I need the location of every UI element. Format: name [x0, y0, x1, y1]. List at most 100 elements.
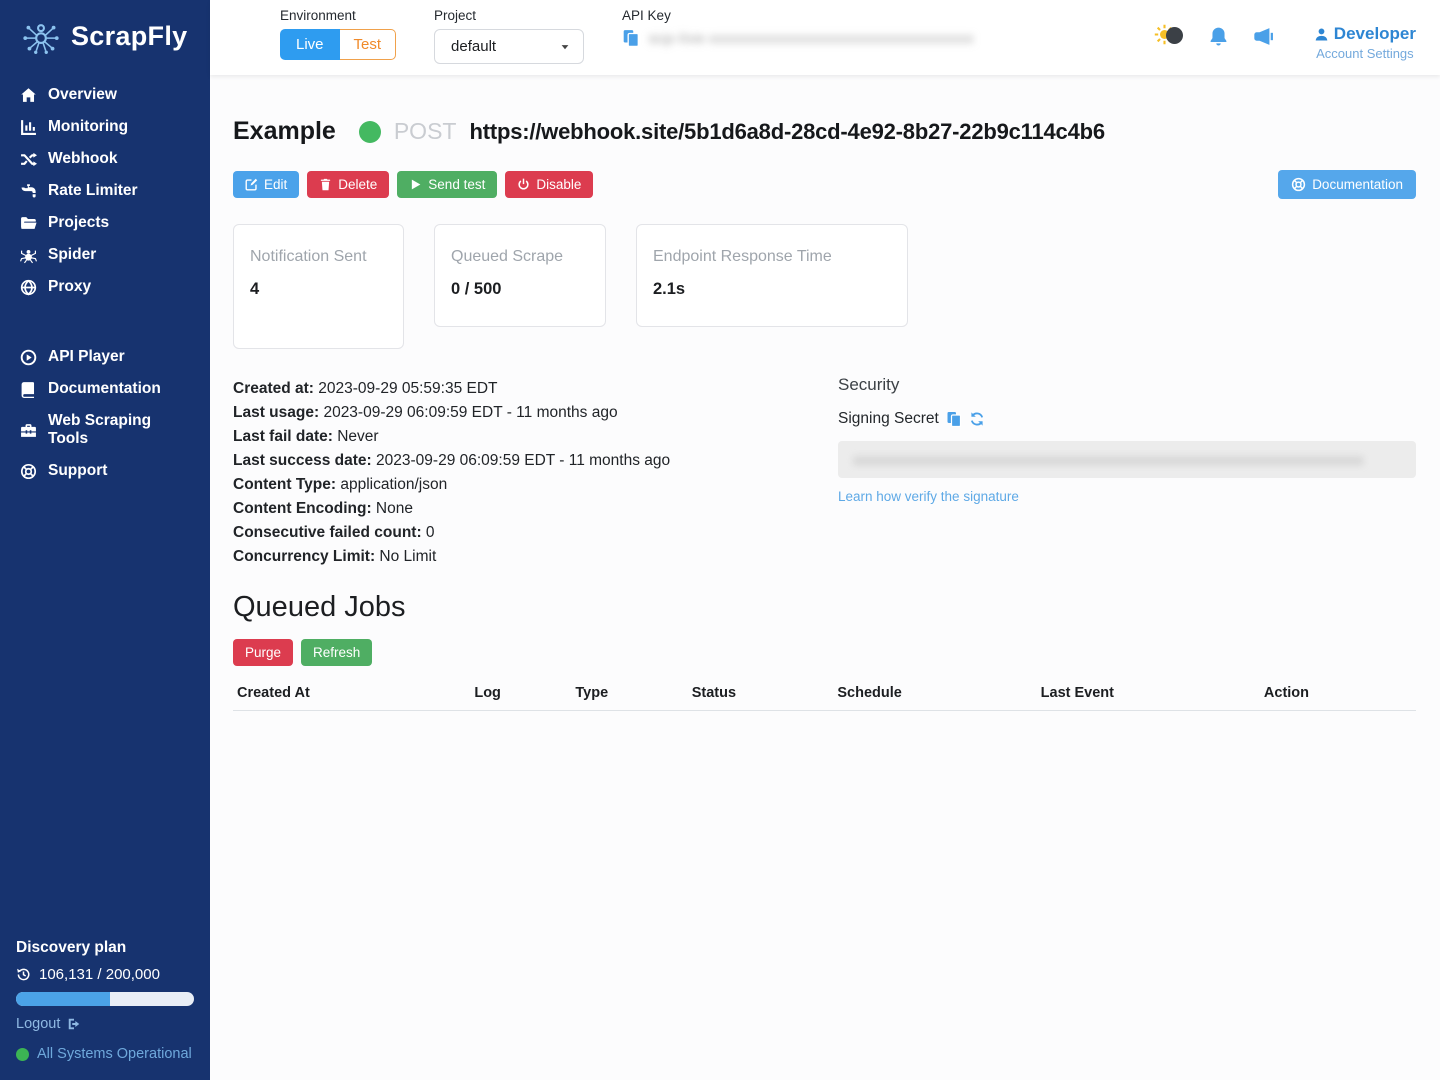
spider-icon — [20, 247, 37, 264]
plan-name: Discovery plan — [16, 939, 194, 957]
env-live-button[interactable]: Live — [280, 29, 340, 60]
history-icon — [16, 967, 31, 982]
stat-label: Notification Sent — [250, 247, 387, 268]
plan-usage-value: 106,131 / 200,000 — [39, 966, 160, 983]
stat-value: 4 — [250, 280, 387, 299]
detail-consecutive-failed-count: Consecutive failed count: 0 — [233, 521, 838, 545]
sidebar-item-label: Spider — [48, 246, 96, 264]
sidebar-item-label: Overview — [48, 86, 117, 104]
sidebar-item-label: Support — [48, 462, 107, 480]
sidebar-item-web-scraping-tools[interactable]: Web Scraping Tools — [0, 405, 210, 455]
environment-toggle: Live Test — [280, 29, 396, 60]
column-header-action: Action — [1264, 685, 1412, 701]
toolbox-icon — [20, 422, 37, 439]
person-icon — [1314, 27, 1329, 42]
api-key-value: scp-live-xxxxxxxxxxxxxxxxxxxxxxxxxxxxxxx… — [649, 30, 974, 46]
life-ring-icon — [1291, 177, 1306, 192]
column-header-type: Type — [575, 685, 691, 701]
refresh-icon[interactable] — [969, 411, 985, 427]
refresh-button[interactable]: Refresh — [301, 639, 372, 666]
system-status[interactable]: All Systems Operational — [16, 1046, 194, 1062]
sidebar-item-documentation[interactable]: Documentation — [0, 373, 210, 405]
user-name: Developer — [1334, 24, 1416, 44]
moon-icon — [1166, 27, 1183, 44]
home-icon — [20, 87, 37, 104]
sidebar-item-webhook[interactable]: Webhook — [0, 143, 210, 175]
documentation-button-label: Documentation — [1312, 177, 1403, 192]
detail-created-at: Created at: 2023-09-29 05:59:35 EDT — [233, 377, 838, 401]
edit-button[interactable]: Edit — [233, 171, 299, 198]
verify-signature-link[interactable]: Learn how verify the signature — [838, 489, 1019, 504]
sidebar-item-label: Projects — [48, 214, 109, 232]
detail-content-encoding: Content Encoding: None — [233, 497, 838, 521]
stat-card-notification-sent: Notification Sent 4 — [233, 224, 404, 349]
detail-content-type: Content Type: application/json — [233, 473, 838, 497]
sidebar-item-proxy[interactable]: Proxy — [0, 271, 210, 303]
environment-group: Environment Live Test — [280, 8, 396, 60]
power-icon — [517, 178, 530, 191]
book-icon — [20, 381, 37, 398]
sidebar-item-label: Documentation — [48, 380, 161, 398]
sidebar-item-rate-limiter[interactable]: Rate Limiter — [0, 175, 210, 207]
stat-card-queued-scrape: Queued Scrape0 / 500 — [434, 224, 606, 327]
app-logo[interactable]: ScrapFly — [0, 0, 210, 73]
main-content: Example POST https://webhook.site/5b1d6a… — [210, 75, 1440, 1080]
status-label: All Systems Operational — [37, 1046, 192, 1062]
sidebar-item-monitoring[interactable]: Monitoring — [0, 111, 210, 143]
project-select[interactable]: default — [434, 29, 584, 64]
webhook-name: Example — [233, 117, 336, 146]
webhook-title-row: Example POST https://webhook.site/5b1d6a… — [233, 117, 1416, 146]
purge-button[interactable]: Purge — [233, 639, 293, 666]
logout-label: Logout — [16, 1016, 60, 1032]
security-section: Security Signing Secret xxxxxxxxxxxxxxxx… — [838, 375, 1416, 569]
delete-button[interactable]: Delete — [307, 171, 389, 198]
bell-icon[interactable] — [1208, 26, 1229, 47]
sidebar-item-overview[interactable]: Overview — [0, 79, 210, 111]
pencil-square-icon — [245, 178, 258, 191]
copy-icon[interactable] — [622, 29, 640, 47]
signing-secret-box: xxxxxxxxxxxxxxxxxxxxxxxxxxxxxxxxxxxxxxxx… — [838, 441, 1416, 478]
stat-value: 2.1s — [653, 280, 891, 299]
topbar: Environment Live Test Project default AP… — [210, 0, 1440, 75]
queued-jobs-table-header: Created AtLogTypeStatusScheduleLast Even… — [233, 681, 1416, 711]
queued-jobs-title: Queued Jobs — [233, 591, 1416, 624]
sidebar: ScrapFly Overview MonitoringWebhook Rate L… — [0, 0, 210, 1080]
sidebar-item-label: API Player — [48, 348, 125, 366]
disable-button[interactable]: Disable — [505, 171, 593, 198]
plan-usage: 106,131 / 200,000 — [16, 966, 194, 983]
copy-icon[interactable] — [946, 411, 962, 427]
sidebar-item-projects[interactable]: Projects — [0, 207, 210, 239]
sidebar-item-label: Proxy — [48, 278, 91, 296]
stat-card-endpoint-response-time: Endpoint Response Time2.1s — [636, 224, 908, 327]
sidebar-item-support[interactable]: Support — [0, 455, 210, 487]
app-name: ScrapFly — [71, 21, 187, 52]
column-header-created-at: Created At — [237, 685, 474, 701]
security-title: Security — [838, 375, 1416, 395]
sidebar-item-spider[interactable]: Spider — [0, 239, 210, 271]
signing-secret-label: Signing Secret — [838, 410, 939, 428]
webhook-actions: Edit Delete Send test Disable Documentat… — [233, 170, 1416, 199]
sidebar-item-api-player[interactable]: API Player — [0, 341, 210, 373]
env-test-button[interactable]: Test — [340, 29, 397, 60]
spider-logo-icon — [20, 15, 62, 57]
column-header-schedule: Schedule — [837, 685, 1040, 701]
stat-value: 0 / 500 — [451, 280, 589, 299]
logout-button[interactable]: Logout — [16, 1016, 194, 1032]
documentation-button[interactable]: Documentation — [1278, 170, 1416, 199]
send-test-button[interactable]: Send test — [397, 171, 497, 198]
theme-toggle[interactable] — [1154, 24, 1184, 48]
edit-button-label: Edit — [264, 177, 287, 192]
plan-usage-progress — [16, 992, 194, 1006]
column-header-last-event: Last Event — [1041, 685, 1264, 701]
status-dot — [16, 1048, 29, 1061]
column-header-status: Status — [692, 685, 838, 701]
user-menu[interactable]: Developer Account Settings — [1314, 24, 1416, 61]
megaphone-icon[interactable] — [1253, 26, 1274, 47]
project-selected-value: default — [451, 38, 496, 55]
webhook-details: Created at: 2023-09-29 05:59:35 EDTLast … — [233, 375, 838, 569]
sidebar-item-label: Rate Limiter — [48, 182, 138, 200]
stats-row: Notification Sent 4 Queued Scrape0 / 500 En… — [233, 224, 1416, 349]
caret-down-icon — [559, 41, 571, 53]
account-settings-link[interactable]: Account Settings — [1314, 46, 1416, 61]
faucet-icon — [20, 183, 37, 200]
